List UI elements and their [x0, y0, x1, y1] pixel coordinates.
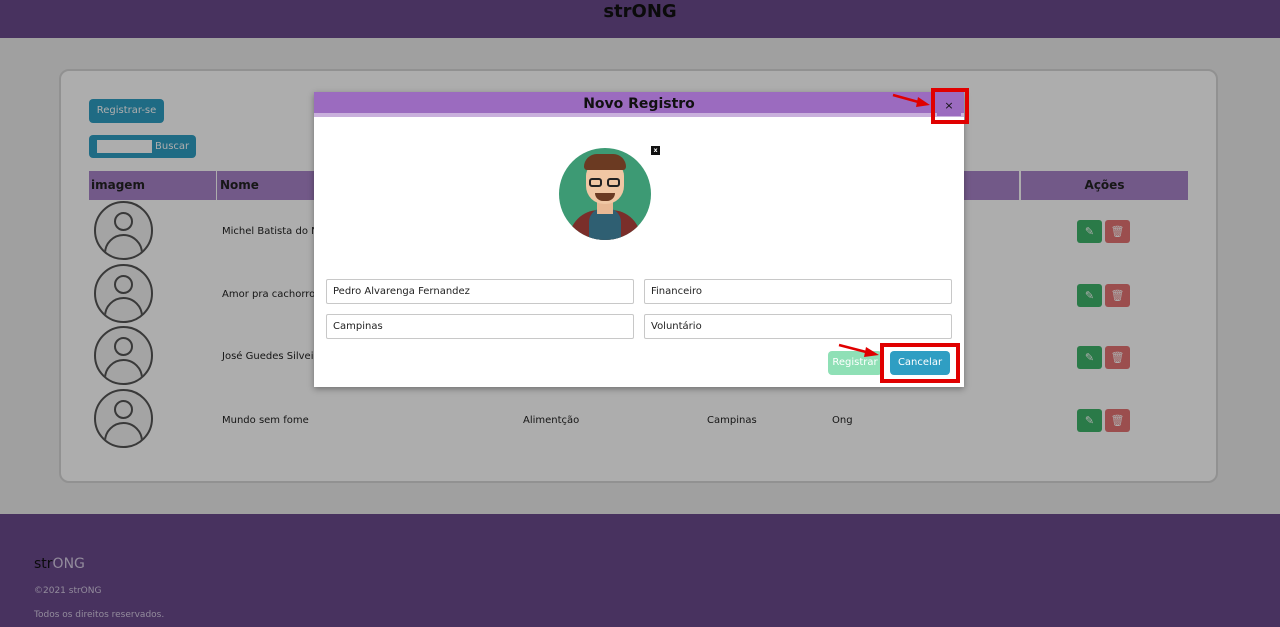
- profile-photo[interactable]: [559, 148, 651, 240]
- close-modal-button[interactable]: ×: [937, 95, 961, 116]
- register-submit-button[interactable]: Registrar: [828, 351, 882, 375]
- modal-header: Novo Registro ×: [314, 92, 964, 117]
- new-record-modal: Novo Registro × x Registrar Cancelar: [314, 92, 964, 387]
- type-field[interactable]: [644, 314, 952, 339]
- city-field[interactable]: [326, 314, 634, 339]
- cancel-button[interactable]: Cancelar: [890, 351, 950, 375]
- name-field[interactable]: [326, 279, 634, 304]
- area-field[interactable]: [644, 279, 952, 304]
- remove-photo-button[interactable]: x: [651, 146, 660, 155]
- modal-title: Novo Registro: [583, 96, 695, 112]
